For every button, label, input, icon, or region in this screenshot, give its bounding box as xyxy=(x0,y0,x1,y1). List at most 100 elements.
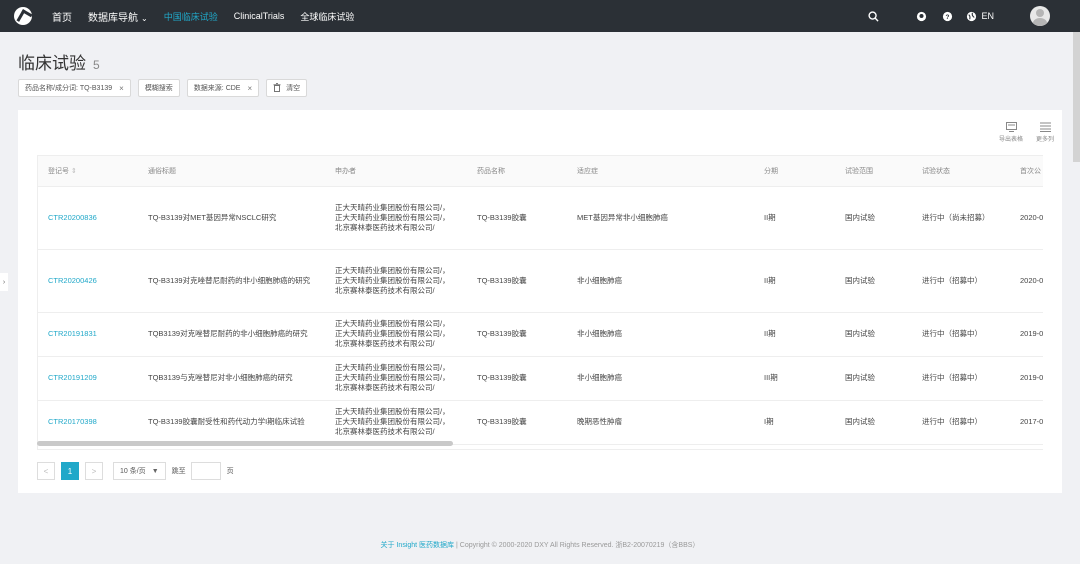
cell-scope: 国内试验 xyxy=(835,312,912,357)
cell-indication: 非小细胞肺癌 xyxy=(567,356,754,401)
page-title-text: 临床试验 xyxy=(18,54,86,73)
reg-no-link[interactable]: CTR20170398 xyxy=(38,400,138,445)
table-row: CTR20200426 TQ-B3139对克唑替尼耐药的非小细胞肺癌的研究 正大… xyxy=(38,249,1043,313)
table-row: CTR20200836 TQ-B3139对MET基因异常NSCLC研究 正大天晴… xyxy=(38,186,1043,250)
cell-scope: 国内试验 xyxy=(835,249,912,313)
page-size-label: 10 条/页 xyxy=(120,468,146,475)
trash-icon xyxy=(273,82,281,94)
cell-sponsor: 正大天晴药业集团股份有限公司/， 正大天晴药业集团股份有限公司/， 北京赛林泰医… xyxy=(325,356,467,401)
jump-page-input[interactable] xyxy=(190,462,221,480)
reg-no-link[interactable]: CTR20191209 xyxy=(38,356,138,401)
filter-chip-fuzzy-search[interactable]: 模糊搜索 xyxy=(137,79,180,97)
table-tools: 导出表格 更多列 xyxy=(994,122,1062,143)
table-row: CTR20191209 TQB3139与克唑替尼对非小细胞肺癌的研究 正大天晴药… xyxy=(38,356,1043,401)
column-header-status: 试验状态 xyxy=(912,156,1010,187)
filter-chip-source[interactable]: 数据来源: CDE × xyxy=(186,79,260,97)
pagination: < 1 > 10 条/页 ▼ 跳至 页 xyxy=(37,462,239,480)
trials-table-container[interactable]: 登记号 ⇕ 通俗标题 申办者 药品名称 适应症 分期 试验范围 试验状态 首次公 … xyxy=(37,155,1043,450)
language-switch[interactable]: EN xyxy=(966,11,994,22)
page-size-select[interactable]: 10 条/页 ▼ xyxy=(113,462,166,480)
clear-filters-button[interactable]: 清空 xyxy=(266,79,308,97)
cell-scope: 国内试验 xyxy=(835,400,912,445)
export-label: 导出表格 xyxy=(998,137,1023,143)
table-row: CTR20191831 TQB3139对克唑替尼耐药的非小细胞肺癌的研究 正大天… xyxy=(38,312,1043,357)
close-icon[interactable]: × xyxy=(119,84,124,93)
cell-first-date: 2019-0 xyxy=(1010,312,1043,357)
copyright-text: | Copyright © 2000-2020 DXY All Rights R… xyxy=(454,542,700,549)
cell-status: 进行中（招募中） xyxy=(912,356,1010,401)
cell-drug: TQ-B3139胶囊 xyxy=(467,400,567,445)
close-icon[interactable]: × xyxy=(247,84,252,93)
tab-clinicaltrials[interactable]: ClinicalTrials xyxy=(234,11,285,21)
bulb-icon[interactable] xyxy=(914,9,928,23)
cell-sponsor: 正大天晴药业集团股份有限公司/， 正大天晴药业集团股份有限公司/， 北京赛林泰医… xyxy=(325,249,467,313)
trials-table: 登记号 ⇕ 通俗标题 申办者 药品名称 适应症 分期 试验范围 试验状态 首次公 … xyxy=(38,156,1043,445)
page-unit-label: 页 xyxy=(226,468,234,475)
cell-phase: II期 xyxy=(754,186,835,250)
column-header-first-date: 首次公 xyxy=(1010,156,1043,187)
nav-home[interactable]: 首页 xyxy=(52,9,72,24)
column-header-phase: 分期 xyxy=(754,156,835,187)
table-header-row: 登记号 ⇕ 通俗标题 申办者 药品名称 适应症 分期 试验范围 试验状态 首次公 xyxy=(38,156,1043,187)
next-page-button[interactable]: > xyxy=(85,462,103,480)
filter-bar: 药品名称/成分词: TQ-B3139 × 模糊搜索 数据来源: CDE × 清空 xyxy=(18,79,314,97)
column-header-drug: 药品名称 xyxy=(467,156,567,187)
tab-china-trials[interactable]: 中国临床试验 xyxy=(164,10,218,23)
about-link[interactable]: 关于 Insight 医药数据库 xyxy=(381,542,455,549)
cell-first-date: 2020-0 xyxy=(1010,249,1043,313)
cell-first-date: 2019-0 xyxy=(1010,356,1043,401)
sort-icon[interactable]: ⇕ xyxy=(71,168,77,175)
more-columns-button[interactable]: 更多列 xyxy=(1028,122,1062,143)
footer: 关于 Insight 医药数据库 | Copyright © 2000-2020… xyxy=(0,540,1080,550)
tab-global-trials[interactable]: 全球临床试验 xyxy=(300,10,354,23)
cell-status: 进行中（招募中） xyxy=(912,400,1010,445)
side-expand-arrow-icon[interactable]: › xyxy=(0,273,8,291)
cell-scope: 国内试验 xyxy=(835,186,912,250)
table-row: CTR20170398 TQ-B3139胶囊耐受性和药代动力学I期临床试验 正大… xyxy=(38,400,1043,445)
cell-first-date: 2020-0 xyxy=(1010,186,1043,250)
cell-title: TQB3139与克唑替尼对非小细胞肺癌的研究 xyxy=(138,356,325,401)
export-table-button[interactable]: 导出表格 xyxy=(994,122,1028,143)
page-1-button[interactable]: 1 xyxy=(61,462,79,480)
cell-first-date: 2017-0 xyxy=(1010,400,1043,445)
globe-icon xyxy=(967,11,977,21)
cell-sponsor: 正大天晴药业集团股份有限公司/， 正大天晴药业集团股份有限公司/， 北京赛林泰医… xyxy=(325,400,467,445)
chevron-down-icon: ⌄ xyxy=(141,13,148,23)
language-label: EN xyxy=(981,11,994,21)
cell-title: TQ-B3139对克唑替尼耐药的非小细胞肺癌的研究 xyxy=(138,249,325,313)
filter-chip-label: 模糊搜索 xyxy=(144,85,173,92)
cell-status: 进行中（招募中） xyxy=(912,249,1010,313)
page-scrollbar[interactable] xyxy=(1073,32,1080,162)
cell-title: TQB3139对克唑替尼耐药的非小细胞肺癌的研究 xyxy=(138,312,325,357)
nav-db-navigation[interactable]: 数据库导航 ⌄ xyxy=(88,9,148,24)
svg-text:?: ? xyxy=(946,13,950,20)
search-icon[interactable] xyxy=(866,9,880,23)
jump-label: 跳至 xyxy=(171,468,186,475)
prev-page-button[interactable]: < xyxy=(37,462,55,480)
filter-chip-label: 药品名称/成分词: TQ-B3139 xyxy=(25,85,113,92)
cell-drug: TQ-B3139胶囊 xyxy=(467,356,567,401)
cell-status: 进行中（尚未招募） xyxy=(912,186,1010,250)
cell-status: 进行中（招募中） xyxy=(912,312,1010,357)
reg-no-link[interactable]: CTR20200836 xyxy=(38,186,138,250)
cell-phase: II期 xyxy=(754,249,835,313)
cell-phase: I期 xyxy=(754,400,835,445)
list-icon xyxy=(1039,122,1051,132)
cell-sponsor: 正大天晴药业集团股份有限公司/， 正大天晴药业集团股份有限公司/， 北京赛林泰医… xyxy=(325,186,467,250)
results-card: 导出表格 更多列 登记号⇕ 通俗标题 申办者 药品名称 适应症 分期 试验范围 xyxy=(18,110,1062,493)
reg-no-link[interactable]: CTR20200426 xyxy=(38,249,138,313)
logo-icon[interactable] xyxy=(14,7,32,25)
avatar[interactable] xyxy=(1030,6,1050,26)
column-header-indication: 适应症 xyxy=(567,156,754,187)
cell-drug: TQ-B3139胶囊 xyxy=(467,249,567,313)
reg-no-link[interactable]: CTR20191831 xyxy=(38,312,138,357)
cell-phase: II期 xyxy=(754,312,835,357)
filter-chip-drug[interactable]: 药品名称/成分词: TQ-B3139 × xyxy=(18,79,131,97)
cell-drug: TQ-B3139胶囊 xyxy=(467,312,567,357)
column-header-reg-no[interactable]: 登记号 ⇕ xyxy=(38,156,138,187)
horizontal-scrollbar[interactable] xyxy=(37,441,453,446)
column-header-title: 通俗标题 xyxy=(138,156,325,187)
cell-sponsor: 正大天晴药业集团股份有限公司/， 正大天晴药业集团股份有限公司/， 北京赛林泰医… xyxy=(325,312,467,357)
cell-indication: 非小细胞肺癌 xyxy=(567,249,754,313)
help-icon[interactable]: ? xyxy=(940,9,954,23)
